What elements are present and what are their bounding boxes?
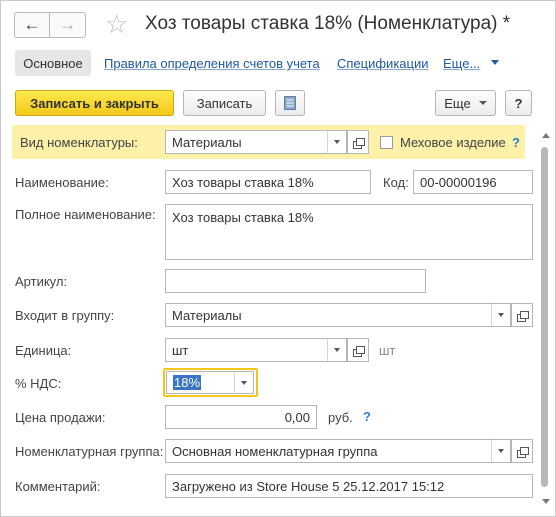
comment-field[interactable]: Загружено из Store House 5 25.12.2017 15…	[165, 474, 533, 498]
arrow-right-icon: →	[59, 15, 76, 34]
chevron-down-icon	[498, 449, 504, 453]
tab-main[interactable]: Основное	[15, 50, 91, 76]
kind-label: Вид номенклатуры:	[20, 135, 138, 150]
tab-specifications[interactable]: Спецификации	[337, 56, 429, 71]
open-window-icon	[516, 310, 529, 322]
vat-selected-text: 18%	[173, 375, 202, 390]
nomenclature-form-window: ← → ☆ Хоз товары ставка 18% (Номенклатур…	[0, 0, 556, 517]
chevron-down-icon	[498, 313, 504, 317]
unit-open-button[interactable]	[347, 338, 369, 362]
more-actions-button[interactable]: Еще	[435, 90, 496, 116]
arrow-left-icon: ←	[23, 15, 41, 34]
open-window-icon	[352, 137, 365, 149]
favorite-star-icon[interactable]: ☆	[105, 10, 128, 38]
tab-accounts-rules[interactable]: Правила определения счетов учета	[104, 56, 320, 71]
fur-product-label: Меховое изделие	[400, 135, 506, 150]
fur-help-icon[interactable]: ?	[512, 135, 520, 150]
vat-dropdown-button[interactable]	[234, 371, 254, 394]
vat-field[interactable]: 18%	[166, 371, 235, 394]
save-button[interactable]: Записать	[183, 90, 266, 116]
open-window-icon	[352, 345, 365, 357]
scrollbar-thumb[interactable]	[541, 147, 548, 487]
group-dropdown-button[interactable]	[491, 303, 511, 327]
group-open-button[interactable]	[511, 303, 533, 327]
name-field[interactable]: Хоз товары ставка 18%	[165, 170, 371, 194]
price-currency: руб.	[328, 410, 353, 425]
document-icon	[284, 96, 296, 110]
scroll-up-arrow-icon[interactable]	[542, 133, 550, 138]
fur-product-checkbox[interactable]	[380, 136, 393, 149]
document-list-button[interactable]	[275, 90, 305, 116]
kind-field[interactable]: Материалы	[165, 130, 328, 154]
price-field[interactable]: 0,00	[165, 405, 317, 429]
nomenclature-group-field[interactable]: Основная номенклатурная группа	[165, 439, 492, 463]
full-name-label: Полное наименование:	[15, 207, 156, 222]
chevron-down-icon	[478, 101, 487, 105]
open-window-icon	[516, 446, 529, 458]
unit-field[interactable]: шт	[165, 338, 328, 362]
chevron-down-icon[interactable]	[491, 60, 499, 65]
code-label: Код:	[383, 175, 409, 190]
group-field[interactable]: Материалы	[165, 303, 492, 327]
more-actions-label: Еще	[444, 95, 471, 111]
help-button[interactable]: ?	[505, 90, 532, 116]
article-field[interactable]	[165, 269, 426, 293]
vat-label: % НДС:	[15, 376, 62, 391]
unit-dropdown-button[interactable]	[327, 338, 347, 362]
full-name-field[interactable]: Хоз товары ставка 18%	[165, 204, 533, 260]
back-button[interactable]: ←	[14, 12, 50, 38]
price-label: Цена продажи:	[15, 410, 106, 425]
tab-more-link[interactable]: Еще...	[443, 56, 480, 71]
chevron-down-icon	[334, 140, 340, 144]
kind-dropdown-button[interactable]	[327, 130, 347, 154]
price-help-icon[interactable]: ?	[363, 409, 371, 424]
vertical-scrollbar[interactable]	[540, 125, 552, 511]
nomenclature-group-label: Номенклатурная группа:	[15, 444, 164, 459]
nomenclature-group-dropdown-button[interactable]	[491, 439, 511, 463]
comment-label: Комментарий:	[15, 479, 101, 494]
window-title: Хоз товары ставка 18% (Номенклатура) *	[145, 13, 511, 34]
unit-hint: шт	[379, 343, 396, 358]
code-field[interactable]: 00-00000196	[413, 170, 533, 194]
nomenclature-group-open-button[interactable]	[511, 439, 533, 463]
article-label: Артикул:	[15, 274, 68, 289]
forward-button[interactable]: →	[50, 12, 86, 38]
group-label: Входит в группу:	[15, 308, 115, 323]
scroll-down-arrow-icon[interactable]	[542, 499, 550, 504]
save-and-close-button[interactable]: Записать и закрыть	[15, 90, 174, 116]
chevron-down-icon	[241, 380, 247, 385]
unit-label: Единица:	[15, 343, 72, 358]
name-label: Наименование:	[15, 175, 109, 190]
kind-open-button[interactable]	[347, 130, 369, 154]
chevron-down-icon	[334, 348, 340, 352]
